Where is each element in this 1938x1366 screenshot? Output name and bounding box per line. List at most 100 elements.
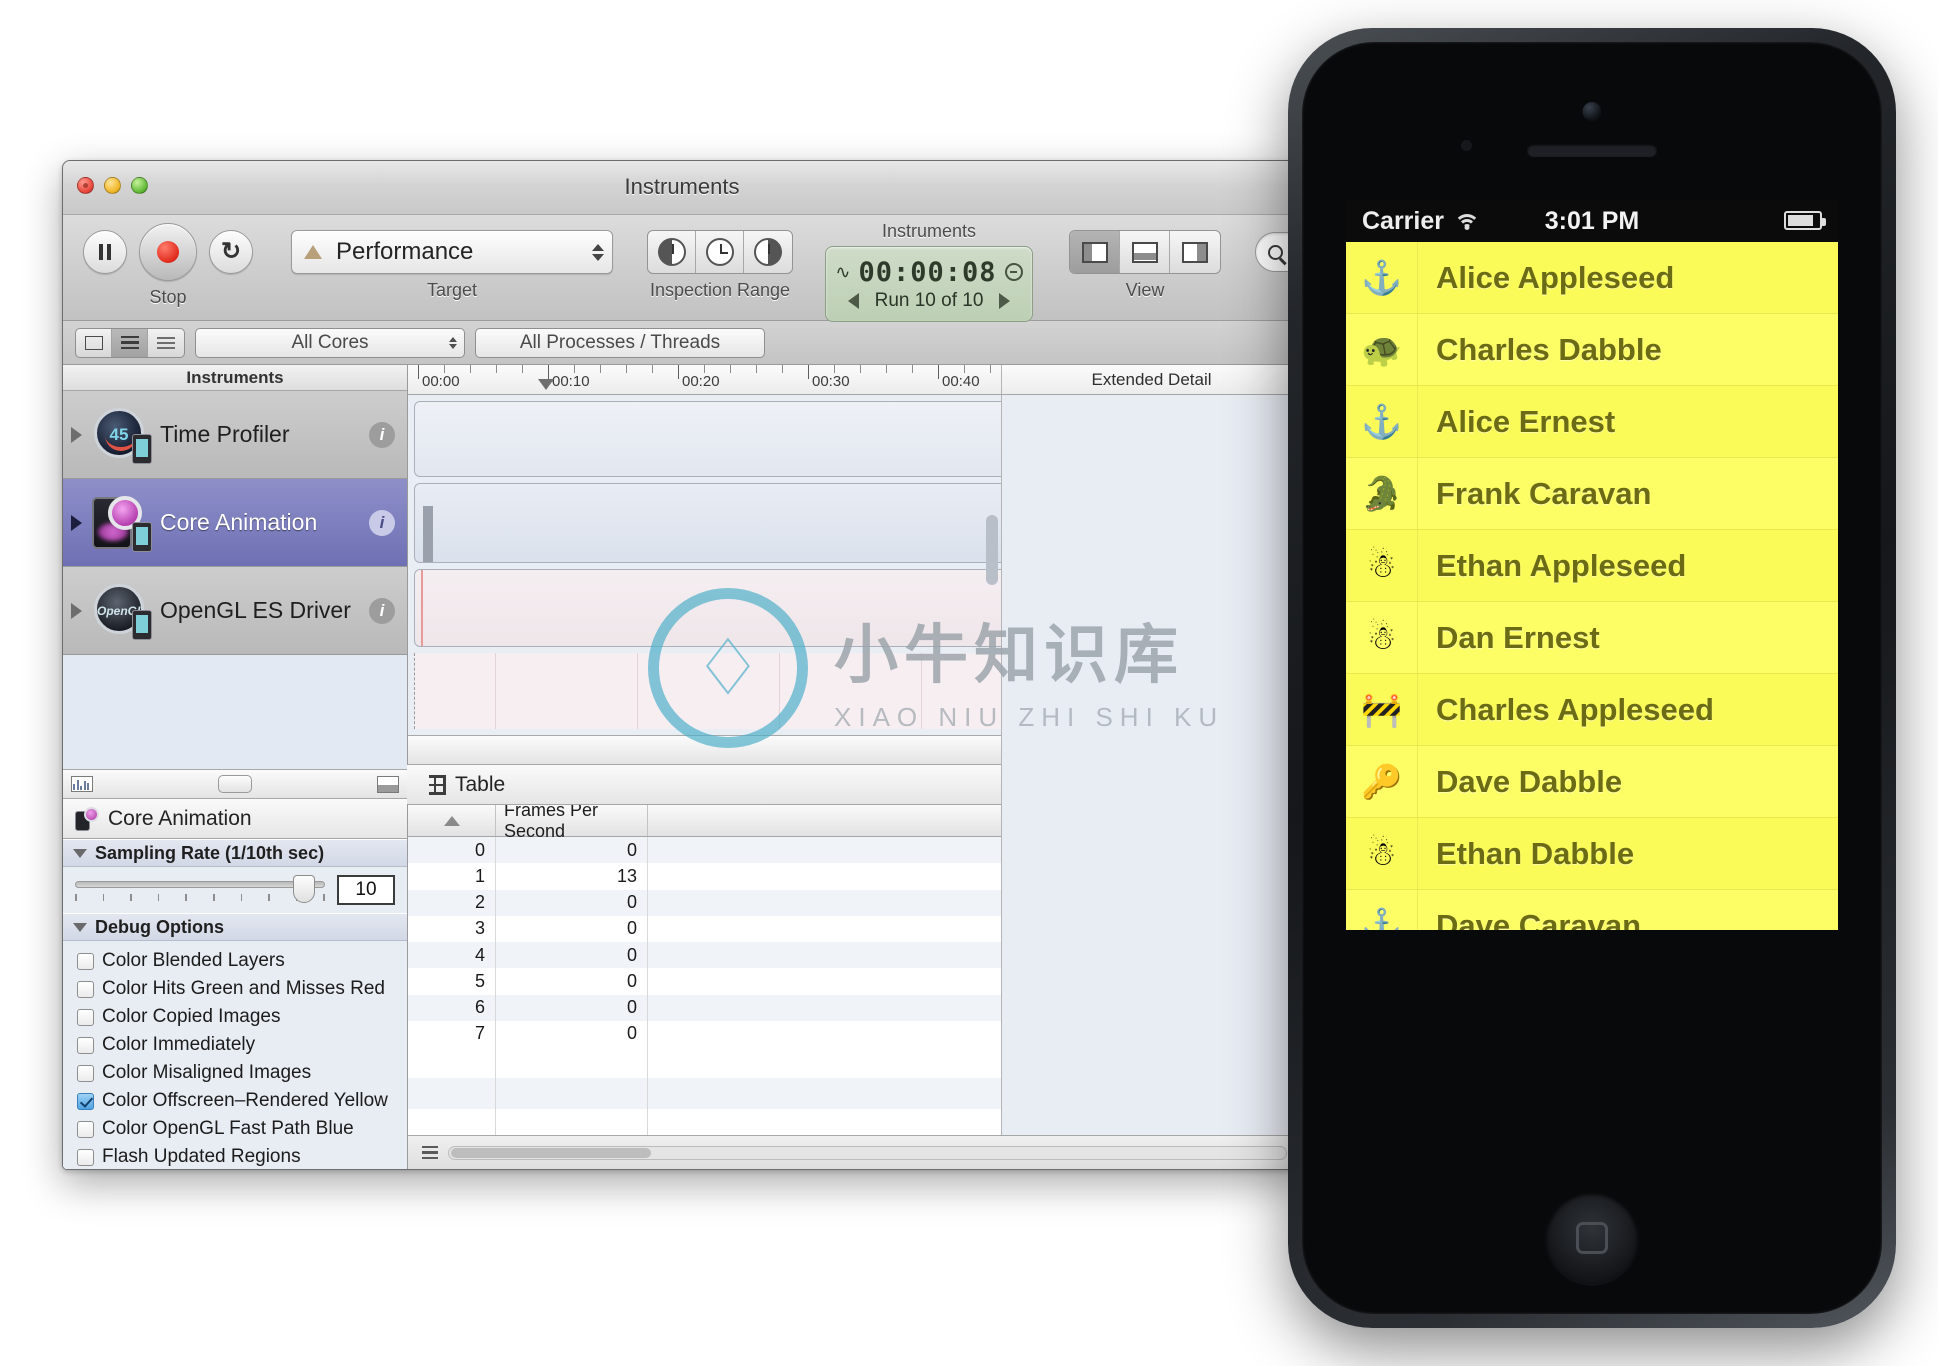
chart-bars-icon[interactable] <box>71 776 93 792</box>
elapsed-time: 00:00:08 <box>858 256 997 288</box>
disclosure-triangle-icon[interactable] <box>73 848 87 858</box>
checkbox[interactable] <box>77 1120 94 1138</box>
debug-options-section[interactable]: Debug Options <box>63 913 407 941</box>
view-bottom-button[interactable] <box>1120 231 1170 273</box>
instruments-window: Instruments ↻ Stop Performance Target In… <box>62 160 1302 1170</box>
timeline-and-detail: 00:00 00:10 00:20 00:30 00:40 Extended D… <box>407 365 1301 1169</box>
view-caption: View <box>1125 280 1165 300</box>
detail-view-icon <box>157 336 175 349</box>
layout-list-view-button[interactable] <box>112 328 148 357</box>
detail-tab-label[interactable]: Table <box>455 773 505 797</box>
list-item[interactable]: ⚓ Dave Caravan <box>1346 890 1838 930</box>
option-label: Color Copied Images <box>102 1006 281 1027</box>
inspector-header: Core Animation <box>63 799 407 839</box>
list-item[interactable]: ☃ Ethan Appleseed <box>1346 530 1838 602</box>
disclosure-triangle-icon[interactable] <box>73 922 87 932</box>
checkbox[interactable] <box>77 1064 94 1082</box>
split-view-icon[interactable] <box>377 775 399 793</box>
target-caption: Target <box>426 280 478 300</box>
list-item[interactable]: ☃ Ethan Dabble <box>1346 818 1838 890</box>
debug-option-color-opengl-fast-path-blue[interactable]: Color OpenGL Fast Path Blue <box>77 1115 407 1143</box>
debug-option-color-hits-green-misses-red[interactable]: Color Hits Green and Misses Red <box>77 975 407 1003</box>
checkbox[interactable] <box>77 1092 94 1110</box>
cell-fps: 0 <box>496 994 648 1021</box>
disclosure-triangle-icon[interactable] <box>71 426 82 443</box>
record-button[interactable] <box>139 223 197 281</box>
layout-icon-view-button[interactable] <box>76 328 112 357</box>
column-header-fps[interactable]: Frames Per Second <box>496 805 648 841</box>
processes-select[interactable]: All Processes / Threads <box>475 327 765 358</box>
range-end-button[interactable] <box>744 231 792 273</box>
list-item[interactable]: 🐊 Frank Caravan <box>1346 458 1838 530</box>
option-label: Color OpenGL Fast Path Blue <box>102 1118 354 1139</box>
target-popup[interactable]: Performance <box>291 230 613 274</box>
instrument-row-core-animation[interactable]: Core Animation i <box>63 479 407 567</box>
loop-button[interactable]: ↻ <box>209 230 253 274</box>
time-mode-icon[interactable] <box>1004 263 1023 281</box>
debug-option-color-blended-layers[interactable]: Color Blended Layers <box>77 947 407 975</box>
list-view-icon <box>120 335 139 350</box>
previous-run-button[interactable] <box>847 292 859 309</box>
disclosure-triangle-icon[interactable] <box>71 514 82 531</box>
checkbox[interactable] <box>77 952 94 970</box>
contacts-list: ⚓ Alice Appleseed 🐢 Charles Dabble ⚓ Ali… <box>1346 242 1838 930</box>
earpiece-speaker <box>1527 144 1657 157</box>
window-titlebar: Instruments <box>63 161 1301 215</box>
sampling-rate-value[interactable]: 10 <box>337 875 395 905</box>
processes-value: All Processes / Threads <box>519 331 721 353</box>
info-button[interactable]: i <box>369 597 395 624</box>
transport-group: ↻ Stop <box>83 223 253 308</box>
timeline-ruler[interactable]: 00:00 00:10 00:20 00:30 00:40 Extended D… <box>408 365 1301 395</box>
zoom-slider-handle[interactable] <box>218 775 252 793</box>
pause-button[interactable] <box>83 230 127 274</box>
checkbox[interactable] <box>77 980 94 998</box>
disclosure-triangle-icon[interactable] <box>71 602 82 619</box>
list-item[interactable]: 🔑 Dave Dabble <box>1346 746 1838 818</box>
proximity-sensor-icon <box>1461 140 1472 151</box>
debug-option-color-copied-images[interactable]: Color Copied Images <box>77 1003 407 1031</box>
info-button[interactable]: i <box>369 509 395 536</box>
cell-glyph: 🐊 <box>1360 475 1403 512</box>
checkbox[interactable] <box>77 1008 94 1026</box>
sampling-rate-slider[interactable] <box>75 875 325 903</box>
transport-caption: Stop <box>149 287 187 307</box>
column-header-index[interactable] <box>408 805 496 836</box>
inspection-range-buttons <box>647 230 793 274</box>
cores-select[interactable]: All Cores <box>195 327 465 358</box>
list-options-icon[interactable] <box>422 1145 438 1160</box>
checkbox[interactable] <box>77 1148 94 1166</box>
list-item[interactable]: ⚓ Alice Appleseed <box>1346 242 1838 314</box>
run-timer-panel[interactable]: ∿ 00:00:08 Run 10 of 10 <box>825 246 1033 322</box>
debug-option-color-immediately[interactable]: Color Immediately <box>77 1031 407 1059</box>
debug-options-list: Color Blended Layers Color Hits Green an… <box>63 941 407 1169</box>
option-label: Color Immediately <box>102 1034 256 1055</box>
layout-detail-view-button[interactable] <box>148 329 184 357</box>
instrument-row-opengl-es-driver[interactable]: OpenGL OpenGL ES Driver i <box>63 567 407 655</box>
info-button[interactable]: i <box>369 421 395 448</box>
option-label: Color Hits Green and Misses Red <box>102 978 385 999</box>
timeline-playhead[interactable] <box>538 379 554 390</box>
chevron-updown-icon <box>592 243 604 261</box>
home-button[interactable] <box>1546 1192 1638 1284</box>
list-item[interactable]: ⚓ Alice Ernest <box>1346 386 1838 458</box>
next-run-button[interactable] <box>999 292 1011 309</box>
activity-spark-icon: ∿ <box>835 261 851 282</box>
instrument-row-time-profiler[interactable]: 45 Time Profiler i <box>63 391 407 479</box>
range-start-button[interactable] <box>648 231 696 273</box>
debug-option-flash-updated-regions[interactable]: Flash Updated Regions <box>77 1143 407 1169</box>
snowman-icon: ☃ <box>1346 602 1418 673</box>
vertical-scrollbar[interactable] <box>986 515 998 585</box>
cell-glyph: ☃ <box>1366 547 1397 584</box>
horizontal-scrollbar[interactable] <box>448 1145 1287 1160</box>
range-full-button[interactable] <box>696 231 744 273</box>
view-left-button[interactable] <box>1070 231 1120 273</box>
list-item[interactable]: 🐢 Charles Dabble <box>1346 314 1838 386</box>
list-item[interactable]: ☃ Dan Ernest <box>1346 602 1838 674</box>
window-title: Instruments <box>624 174 740 199</box>
checkbox[interactable] <box>77 1036 94 1054</box>
debug-option-color-misaligned-images[interactable]: Color Misaligned Images <box>77 1059 407 1087</box>
debug-option-color-offscreen-rendered-yellow[interactable]: Color Offscreen–Rendered Yellow <box>77 1087 407 1115</box>
sampling-rate-section[interactable]: Sampling Rate (1/10th sec) <box>63 839 407 867</box>
list-item[interactable]: 🚧 Charles Appleseed <box>1346 674 1838 746</box>
view-right-button[interactable] <box>1170 231 1220 273</box>
